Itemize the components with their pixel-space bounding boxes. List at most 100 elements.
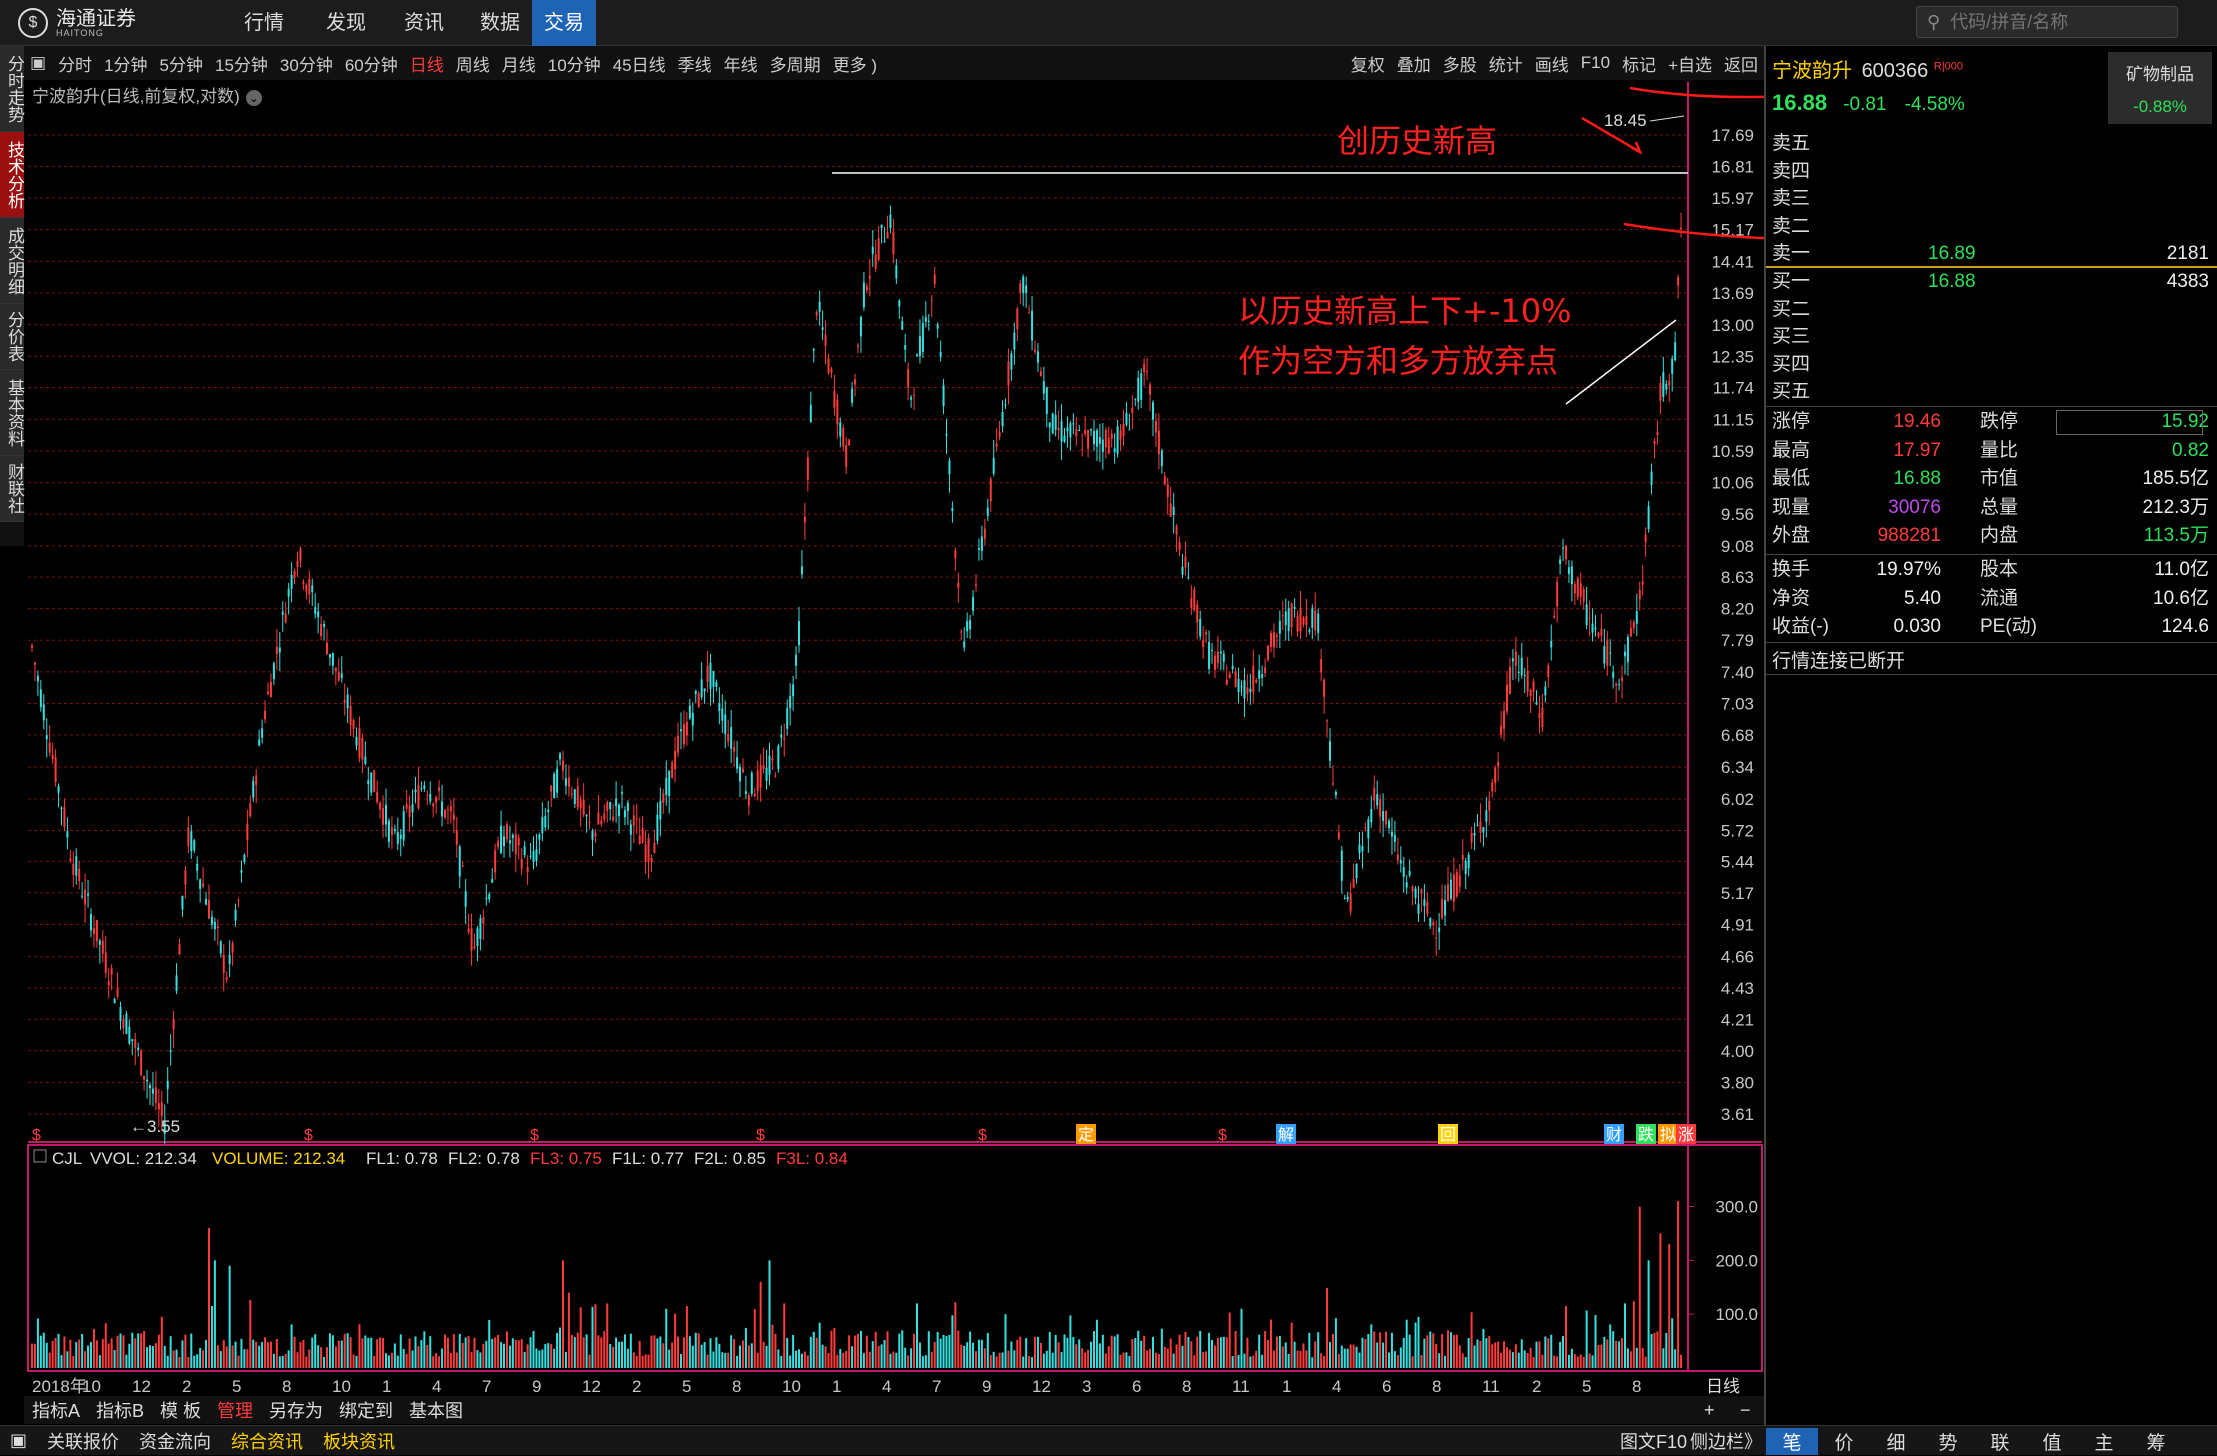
rtab-6[interactable]: 主 <box>2078 1428 2130 1455</box>
candle-body <box>1520 657 1523 676</box>
candle-body <box>688 705 691 719</box>
candle-body <box>243 854 246 862</box>
zoom-in-button[interactable]: + <box>1696 1400 1723 1421</box>
sb-fund-flow[interactable]: 资金流向 <box>129 1428 221 1454</box>
tab-template[interactable]: 模 板 <box>152 1397 209 1423</box>
candle-body <box>1066 427 1069 432</box>
tab-indicator-a[interactable]: 指标A <box>24 1397 88 1423</box>
time-axis-label: 2 <box>632 1377 641 1396</box>
volume-bar <box>703 1342 706 1368</box>
candle-body <box>255 775 258 785</box>
rtab-3[interactable]: 势 <box>1922 1428 1974 1455</box>
candle-body <box>1538 712 1541 719</box>
volume-bar <box>1101 1334 1104 1368</box>
volume-bar <box>691 1345 694 1368</box>
bid-label: 买五 <box>1772 381 1811 402</box>
candle-body <box>774 775 777 777</box>
tab-save-as[interactable]: 另存为 <box>261 1397 331 1423</box>
candle-body <box>541 817 544 834</box>
volume-bar <box>1373 1331 1376 1368</box>
volume-bar <box>160 1316 163 1368</box>
candle-body <box>379 802 382 810</box>
kline-chart[interactable]: 17.69 16.81 15.97 1 5.17 14.41 13.69 13.00 12.35… <box>0 0 1764 1396</box>
search-box[interactable]: ⚲ <box>1916 6 2178 38</box>
volume-bar <box>697 1333 700 1368</box>
candle-body <box>287 588 290 597</box>
price-tick-label: 5.17 <box>1721 884 1754 903</box>
tab-indicator-b[interactable]: 指标B <box>88 1397 152 1423</box>
rtab-0[interactable]: 笔 <box>1766 1427 1818 1455</box>
sb-news[interactable]: 综合资讯 <box>221 1428 313 1454</box>
candle-body <box>228 954 231 964</box>
volume-bar <box>1641 1347 1644 1368</box>
right-tabs: 笔 价 细 势 联 值 主 筹 <box>1766 1426 2182 1456</box>
volume-bar <box>1662 1348 1665 1368</box>
rtab-5[interactable]: 值 <box>2026 1428 2078 1455</box>
sb-sector-news[interactable]: 板块资讯 <box>313 1428 405 1454</box>
volume-bar <box>1258 1334 1261 1368</box>
volume-bar <box>33 1343 36 1368</box>
rtab-7[interactable]: 筹 <box>2130 1428 2182 1455</box>
candle-body <box>1615 683 1618 686</box>
volume-bar <box>128 1343 131 1368</box>
candle-body <box>90 914 92 931</box>
volume-bar <box>724 1352 727 1368</box>
volume-bar <box>485 1340 488 1368</box>
sb-menu-icon[interactable]: ▣ <box>0 1430 37 1451</box>
candle-body <box>1629 628 1632 637</box>
volume-bar <box>1010 1341 1013 1368</box>
zoom-out-button[interactable]: − <box>1732 1400 1759 1421</box>
candle-body <box>314 607 317 614</box>
candle-body <box>972 596 975 611</box>
candle-body <box>408 806 411 818</box>
candle-body <box>1255 679 1258 683</box>
time-axis-label: 4 <box>882 1377 891 1396</box>
rtab-4[interactable]: 联 <box>1974 1428 2026 1455</box>
candle-body <box>202 883 205 887</box>
candle-body <box>718 703 721 711</box>
candle-body <box>1019 283 1022 293</box>
search-input[interactable] <box>1948 10 2149 34</box>
volume-bar <box>511 1338 514 1368</box>
tab-basic-chart[interactable]: 基本图 <box>401 1397 471 1423</box>
rtab-2[interactable]: 细 <box>1870 1428 1922 1455</box>
sector-box[interactable]: 矿物制品 -0.88% <box>2108 52 2212 124</box>
candle-body <box>1355 863 1358 879</box>
event-marker: $ <box>1218 1127 1227 1144</box>
candle-body <box>1140 373 1143 400</box>
candle-body <box>75 856 78 876</box>
volume-bar <box>1506 1347 1508 1368</box>
volume-bar <box>452 1334 455 1368</box>
candle-body <box>1104 429 1107 448</box>
volume-bar <box>1216 1338 1219 1368</box>
volume-bar <box>1358 1352 1361 1368</box>
rtab-1[interactable]: 价 <box>1818 1428 1870 1455</box>
candle-body <box>187 827 190 846</box>
sb-sidebar[interactable]: 侧边栏》 <box>1680 1428 1772 1454</box>
candle-body <box>1048 422 1051 428</box>
volume-bar <box>836 1354 839 1368</box>
connection-status: 行情连接已断开 <box>1772 651 1906 672</box>
volume-bar <box>756 1352 759 1368</box>
volume-bar <box>1638 1206 1641 1368</box>
ask-label: 卖四 <box>1772 160 1811 182</box>
sb-related-quote[interactable]: 关联报价 <box>37 1428 129 1454</box>
candle-body <box>166 1080 169 1089</box>
volume-bar <box>320 1347 323 1368</box>
volume-bar <box>446 1337 449 1368</box>
volume-bar <box>960 1344 963 1368</box>
volume-bar <box>293 1336 296 1368</box>
candle-body <box>889 214 892 229</box>
candle-body <box>302 581 305 584</box>
candle-body <box>1337 832 1340 839</box>
time-axis-label: 3 <box>1082 1377 1091 1396</box>
volume-bar <box>258 1345 261 1368</box>
candle-body <box>1556 582 1559 607</box>
volume-bar <box>594 1304 597 1368</box>
candle-body <box>1624 651 1626 657</box>
volume-bar <box>1001 1352 1004 1368</box>
volume-bar <box>1261 1354 1264 1368</box>
tab-manage[interactable]: 管理 <box>209 1397 261 1423</box>
candle-body <box>721 708 724 721</box>
tab-bind-to[interactable]: 绑定到 <box>331 1397 401 1423</box>
